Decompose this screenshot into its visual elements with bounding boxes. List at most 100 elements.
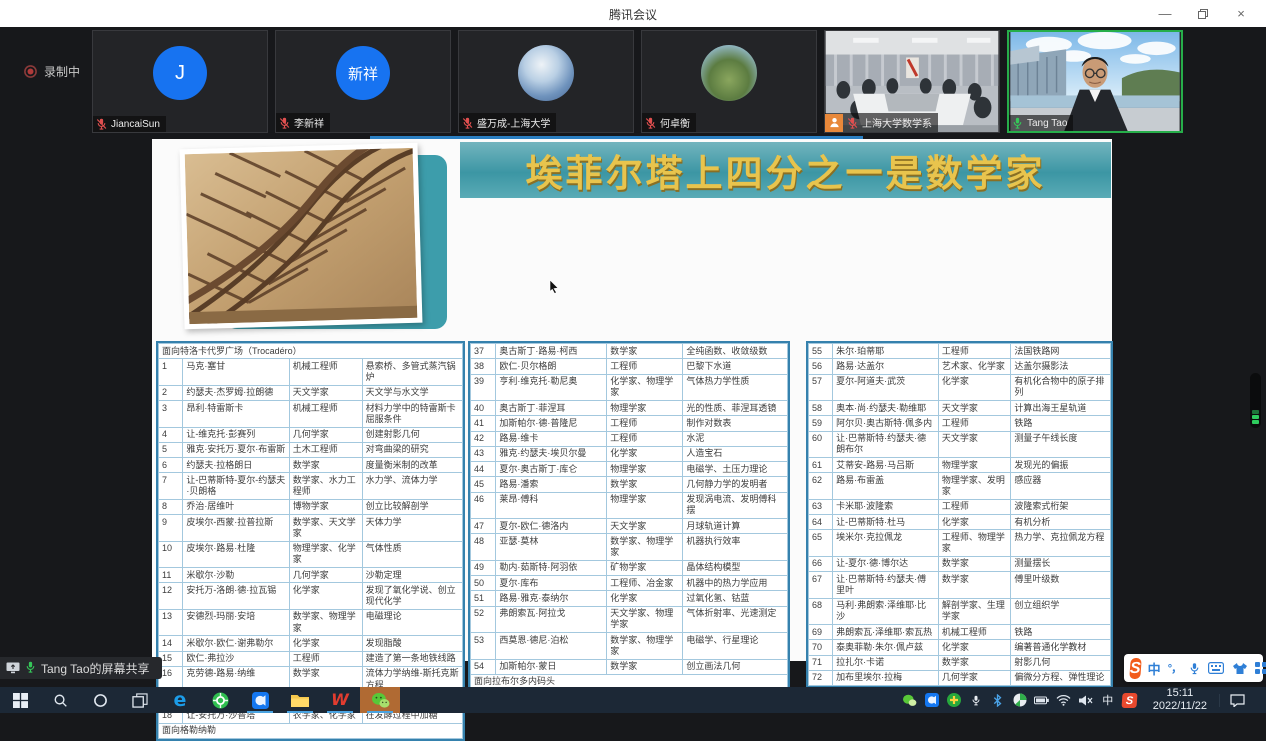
taskbar-wechat-icon[interactable] bbox=[360, 687, 400, 713]
tray-volume-muted-icon[interactable] bbox=[1075, 687, 1097, 713]
cell-profession: 化学家 bbox=[289, 636, 362, 651]
cell-number: 41 bbox=[471, 416, 496, 431]
cell-profession: 物理学家、化学家 bbox=[289, 541, 362, 568]
cell-number: 47 bbox=[471, 519, 496, 534]
tray-sogou-icon[interactable]: S bbox=[1119, 687, 1141, 713]
tray-bluetooth-icon[interactable] bbox=[987, 687, 1009, 713]
cell-number: 52 bbox=[471, 606, 496, 633]
cell-contribution: 悬索桥、多管式蒸汽锅炉 bbox=[362, 359, 462, 386]
taskbar-cortana-icon[interactable] bbox=[80, 687, 120, 713]
mic-muted-icon bbox=[645, 117, 656, 129]
cell-contribution: 法国铁路网 bbox=[1011, 344, 1111, 359]
table-row: 42路易·维卡工程师水泥 bbox=[471, 431, 788, 446]
table-row: 2约瑟夫·杰罗姆·拉朗德天文学家天文学与水文学 bbox=[159, 385, 463, 400]
table-row: 62路易·布雷盖物理学家、发明家感应器 bbox=[809, 473, 1111, 500]
cell-contribution: 巴黎下水道 bbox=[683, 359, 788, 374]
ime-language-toggle[interactable]: 中 bbox=[1148, 659, 1161, 678]
cell-contribution: 创立画法几何 bbox=[683, 659, 788, 674]
participant-tile-1[interactable]: JJiancaiSun bbox=[92, 30, 268, 133]
tray-battery-icon[interactable] bbox=[1031, 687, 1053, 713]
tray-wifi-icon[interactable] bbox=[1053, 687, 1075, 713]
cell-profession: 天文学家、物理学家 bbox=[607, 606, 683, 633]
cell-contribution: 铁路 bbox=[1011, 416, 1111, 431]
action-center-button[interactable] bbox=[1219, 694, 1254, 707]
table-row: 72加布里埃尔·拉梅几何学家偏微分方程、弹性理论 bbox=[809, 670, 1111, 685]
participant-tile-3[interactable]: 盛万成-上海大学 bbox=[458, 30, 634, 133]
cell-profession: 工程师 bbox=[938, 499, 1010, 514]
minimize-button[interactable]: — bbox=[1146, 0, 1184, 27]
table-header-row: 面向特洛卡代罗广场（Trocadéro） bbox=[159, 344, 463, 359]
cell-profession: 机械工程师 bbox=[938, 625, 1010, 640]
participant-name: 李新祥 bbox=[294, 115, 324, 130]
cell-name: 奥本·尚·约瑟夫·勒维耶 bbox=[833, 401, 939, 416]
avatar: 新祥 bbox=[336, 46, 390, 100]
cell-name: 勒内·茹斯特·阿羽依 bbox=[496, 560, 607, 575]
cell-number: 62 bbox=[809, 473, 833, 500]
cell-name: 艾蒂安-路易·马吕斯 bbox=[833, 458, 939, 473]
cell-contribution: 铁路 bbox=[1011, 625, 1111, 640]
taskbar-task-view-icon[interactable] bbox=[120, 687, 160, 713]
shared-screen: 埃菲尔塔上四分之一是数学家 bbox=[152, 139, 1112, 661]
skin-icon[interactable] bbox=[1232, 662, 1247, 675]
cell-number: 10 bbox=[159, 541, 183, 568]
mathematicians-table-middle: 37奥古斯丁·路易·柯西数学家全纯函数、收敛级数38欧仁·贝尔格朗工程师巴黎下水… bbox=[468, 341, 790, 692]
microphone-icon[interactable] bbox=[1189, 662, 1200, 675]
table-row: 5雅克·安托万·夏尔·布雷斯土木工程师对弯曲梁的研究 bbox=[159, 442, 463, 457]
table-row: 10皮埃尔·路易·杜隆物理学家、化学家气体性质 bbox=[159, 541, 463, 568]
table-row: 64让-巴蒂斯特·杜马化学家有机分析 bbox=[809, 515, 1111, 530]
tray-tencent-meeting-icon[interactable] bbox=[921, 687, 943, 713]
screen-share-banner[interactable]: Tang Tao的屏幕共享 bbox=[0, 657, 162, 679]
table-row: 39亨利·维克托·勒尼奥化学家、物理学家气体热力学性质 bbox=[471, 374, 788, 401]
taskbar-search-icon[interactable] bbox=[40, 687, 80, 713]
cell-contribution: 电磁学、行星理论 bbox=[683, 633, 788, 660]
participant-tile-4[interactable]: 何卓衡 bbox=[641, 30, 817, 133]
keyboard-icon[interactable] bbox=[1208, 662, 1224, 674]
taskbar-wps-icon[interactable]: W bbox=[320, 687, 360, 713]
close-button[interactable]: × bbox=[1222, 0, 1260, 27]
cell-contribution: 发现涡电流、发明傅科摆 bbox=[683, 492, 788, 519]
tray-microphone-icon[interactable] bbox=[965, 687, 987, 713]
cell-profession: 工程师 bbox=[289, 651, 362, 666]
cell-contribution: 天文学与水文学 bbox=[362, 385, 462, 400]
taskbar-tencent-meeting-icon[interactable] bbox=[240, 687, 280, 713]
sogou-logo-icon[interactable]: S bbox=[1129, 658, 1141, 679]
cell-contribution: 达盖尔摄影法 bbox=[1011, 359, 1111, 374]
cell-name: 西莫恩·德尼·泊松 bbox=[496, 633, 607, 660]
cell-name: 路易·布雷盖 bbox=[833, 473, 939, 500]
cell-number: 7 bbox=[159, 473, 183, 500]
participant-tile-5[interactable]: 上海大学数学系 bbox=[824, 30, 1000, 133]
taskbar-edge-icon[interactable]: e bbox=[160, 687, 200, 713]
table-row: 44夏尔·奥古斯丁·库仑物理学家电磁学、土压力理论 bbox=[471, 462, 788, 477]
cell-number: 11 bbox=[159, 568, 183, 583]
table-row: 38欧仁·贝尔格朗工程师巴黎下水道 bbox=[471, 359, 788, 374]
cell-name: 让-巴蒂斯特-夏尔-约瑟夫·贝朗格 bbox=[183, 473, 289, 500]
maximize-button[interactable] bbox=[1184, 0, 1222, 27]
participant-tile-2[interactable]: 新祥李新祥 bbox=[275, 30, 451, 133]
cell-profession: 工程师 bbox=[607, 431, 683, 446]
tray-ime-zh-icon[interactable]: 中 bbox=[1097, 687, 1119, 713]
apps-grid-icon[interactable] bbox=[1255, 662, 1266, 674]
cell-profession: 化学家 bbox=[289, 583, 362, 610]
table-row: 6约瑟夫·拉格朗日数学家度量衡米制的改革 bbox=[159, 458, 463, 473]
taskbar-file-explorer-icon[interactable] bbox=[280, 687, 320, 713]
tray-360-safe-icon[interactable] bbox=[943, 687, 965, 713]
table-row: 12安托万-洛朗·德·拉瓦锡化学家发现了氧化学说、创立现代化学 bbox=[159, 583, 463, 610]
cell-contribution: 气体性质 bbox=[362, 541, 462, 568]
cell-name: 昂利·特雷斯卡 bbox=[183, 401, 289, 428]
participant-name: 上海大学数学系 bbox=[862, 115, 932, 130]
tray-pie-chart-icon[interactable] bbox=[1009, 687, 1031, 713]
participant-tile-6[interactable]: Tang Tao bbox=[1007, 30, 1183, 133]
eiffel-tower-photo bbox=[180, 143, 423, 330]
taskbar-clock[interactable]: 15:11 2022/11/22 bbox=[1143, 687, 1217, 712]
cell-profession: 天文学家 bbox=[289, 385, 362, 400]
tray-wechat-icon[interactable] bbox=[899, 687, 921, 713]
punctuation-icon[interactable]: °， bbox=[1168, 660, 1181, 676]
cell-name: 让·巴蒂斯特·约瑟夫·德朗布尔 bbox=[833, 431, 939, 458]
taskbar-start-icon[interactable] bbox=[0, 687, 40, 713]
cell-contribution: 偏微分方程、弹性理论 bbox=[1011, 670, 1111, 685]
cell-name: 马克·塞甘 bbox=[183, 359, 289, 386]
taskbar-browser-360-icon[interactable] bbox=[200, 687, 240, 713]
cell-number: 13 bbox=[159, 609, 183, 636]
cell-contribution: 机器执行效率 bbox=[683, 534, 788, 561]
table-row: 3昂利·特雷斯卡机械工程师材料力学中的特雷斯卡屈服条件 bbox=[159, 401, 463, 428]
